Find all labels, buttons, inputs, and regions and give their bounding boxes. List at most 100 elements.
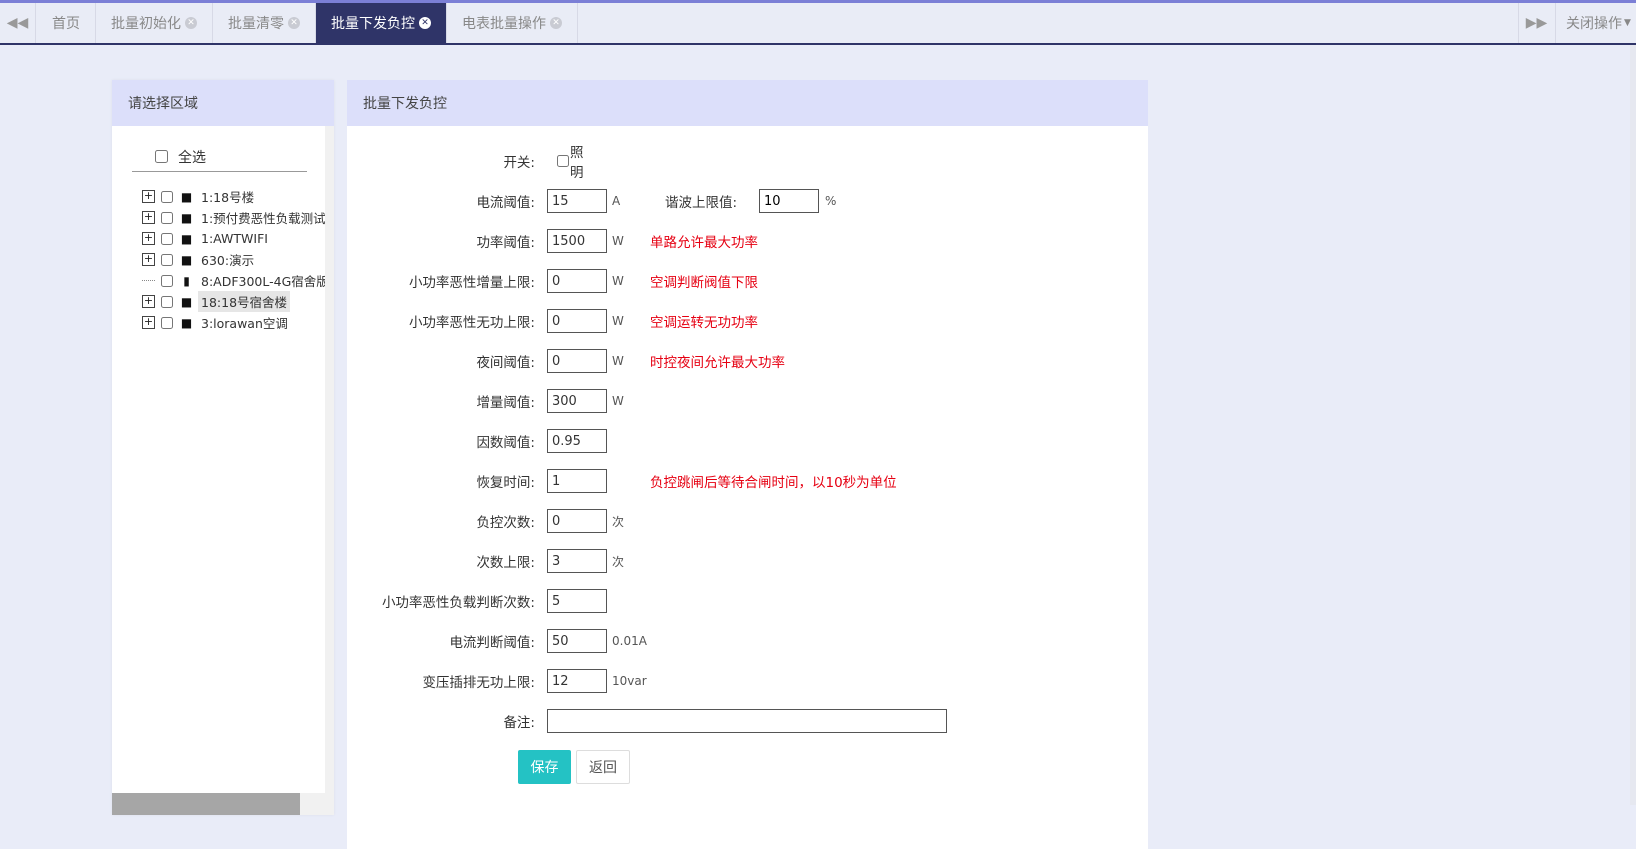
- field-label: 负控次数:: [476, 515, 535, 531]
- tree-node-label[interactable]: 1:AWTWIFI: [198, 230, 271, 247]
- count-limit-input[interactable]: [547, 549, 607, 573]
- tree-node-checkbox[interactable]: [161, 190, 173, 203]
- folder-icon: ■: [180, 231, 193, 246]
- tree-node[interactable]: ▮ 8:ADF300L-4G宿舍版: [142, 270, 334, 291]
- current-judge-threshold-input[interactable]: [547, 629, 607, 653]
- tab-label: 首页: [52, 16, 80, 32]
- area-tree: + ■ 1:18号楼 + ■ 1:预付费恶性负载测试 + ■ 1:AWTWIFI…: [142, 186, 334, 333]
- select-all-label: 全选: [178, 149, 206, 166]
- scroll-tabs-left-icon[interactable]: ◀◀: [0, 3, 36, 43]
- tree-node-checkbox[interactable]: [161, 295, 173, 308]
- expand-icon[interactable]: +: [142, 316, 155, 329]
- expand-icon[interactable]: +: [142, 190, 155, 203]
- control-count-input[interactable]: [547, 509, 607, 533]
- expand-icon[interactable]: +: [142, 232, 155, 245]
- increment-threshold-input[interactable]: [547, 389, 607, 413]
- select-all-checkbox[interactable]: [155, 150, 168, 163]
- lighting-label: 照明: [570, 145, 584, 181]
- remark-input[interactable]: [547, 709, 947, 733]
- field-label: 因数阈值:: [476, 435, 535, 451]
- field-label: 小功率恶性负载判断次数:: [381, 595, 535, 611]
- small-power-judge-count-input[interactable]: [547, 589, 607, 613]
- field-label: 恢复时间:: [476, 475, 535, 491]
- tab-batch-init[interactable]: 批量初始化 ✕: [96, 3, 213, 43]
- current-threshold-input[interactable]: [547, 189, 607, 213]
- unit-label: W: [612, 394, 624, 408]
- tree-node[interactable]: + ■ 1:预付费恶性负载测试: [142, 207, 334, 228]
- field-label: 电流阈值:: [476, 195, 535, 211]
- tab-meter-batch-ops[interactable]: 电表批量操作 ✕: [447, 3, 578, 43]
- page-scrollbar[interactable]: [1630, 45, 1636, 805]
- tree-node[interactable]: + ■ 18:18号宿舍楼: [142, 291, 334, 312]
- close-operations-dropdown[interactable]: 关闭操作 ▼: [1555, 3, 1636, 43]
- tree-node[interactable]: + ■ 1:AWTWIFI: [142, 228, 334, 249]
- tree-node-label[interactable]: 1:预付费恶性负载测试: [198, 207, 329, 228]
- recovery-time-input[interactable]: [547, 469, 607, 493]
- tab-label: 批量清零: [228, 16, 284, 32]
- tree-node-checkbox[interactable]: [161, 253, 173, 266]
- transformer-reactive-input[interactable]: [547, 669, 607, 693]
- hint-text: 空调运转无功功率: [650, 315, 758, 331]
- hint-text: 时控夜间允许最大功率: [650, 355, 785, 371]
- folder-icon: ■: [180, 294, 193, 309]
- small-power-reactive-input[interactable]: [547, 309, 607, 333]
- tree-node[interactable]: + ■ 3:lorawan空调: [142, 312, 334, 333]
- tree-node-label[interactable]: 3:lorawan空调: [198, 312, 291, 333]
- tree-node-checkbox[interactable]: [161, 316, 173, 329]
- lighting-checkbox[interactable]: [557, 155, 569, 167]
- folder-icon: ■: [180, 252, 193, 267]
- unit-label: 次: [612, 554, 625, 569]
- area-tree-container: 全选 + ■ 1:18号楼 + ■ 1:预付费恶性负载测试 + ■ 1:AWTW…: [112, 126, 334, 815]
- close-icon[interactable]: ✕: [550, 17, 562, 29]
- file-icon: ▮: [183, 273, 190, 288]
- tree-node-label[interactable]: 1:18号楼: [198, 186, 257, 207]
- folder-icon: ■: [180, 210, 193, 225]
- expand-icon[interactable]: +: [142, 295, 155, 308]
- tab-home[interactable]: 首页: [37, 3, 96, 43]
- small-power-increment-input[interactable]: [547, 269, 607, 293]
- night-threshold-input[interactable]: [547, 349, 607, 373]
- field-label: 夜间阈值:: [476, 355, 535, 371]
- back-button[interactable]: 返回: [576, 750, 630, 784]
- tab-batch-load-control[interactable]: 批量下发负控 ✕: [316, 3, 447, 43]
- load-control-form-panel: 批量下发负控 开关: 照明 电流阈值: A 谐波上限值: % 功率阈值: W 单…: [347, 80, 1148, 849]
- folder-icon: ■: [180, 315, 193, 330]
- tree-node-label[interactable]: 18:18号宿舍楼: [198, 291, 291, 312]
- unit-label: 0.01A: [612, 634, 647, 648]
- expand-icon[interactable]: +: [142, 211, 155, 224]
- tree-node-checkbox[interactable]: [161, 274, 173, 287]
- scroll-tabs-right-icon[interactable]: ▶▶: [1518, 3, 1554, 43]
- tree-node-label[interactable]: 630:演示: [198, 249, 257, 270]
- select-all[interactable]: 全选: [132, 142, 307, 172]
- load-control-form: 开关: 照明 电流阈值: A 谐波上限值: % 功率阈值: W 单路允许最大功率…: [347, 126, 1148, 849]
- power-threshold-input[interactable]: [547, 229, 607, 253]
- close-icon[interactable]: ✕: [419, 17, 431, 29]
- tree-node[interactable]: + ■ 1:18号楼: [142, 186, 334, 207]
- field-label: 功率阈值:: [476, 235, 535, 251]
- scrollbar-thumb[interactable]: [112, 793, 300, 815]
- expand-icon[interactable]: +: [142, 253, 155, 266]
- tab-batch-clear[interactable]: 批量清零 ✕: [213, 3, 316, 43]
- unit-label: 10var: [612, 674, 647, 688]
- factor-threshold-input[interactable]: [547, 429, 607, 453]
- horizontal-scrollbar[interactable]: [112, 793, 325, 815]
- close-icon[interactable]: ✕: [288, 17, 300, 29]
- tab-list: 首页 批量初始化 ✕ 批量清零 ✕ 批量下发负控 ✕ 电表批量操作 ✕: [37, 3, 578, 43]
- hint-text: 负控跳闸后等待合闸时间，以10秒为单位: [650, 475, 897, 491]
- close-operations-label: 关闭操作: [1566, 16, 1622, 32]
- close-icon[interactable]: ✕: [185, 17, 197, 29]
- tab-bar: ◀◀ 首页 批量初始化 ✕ 批量清零 ✕ 批量下发负控 ✕ 电表批量操作 ✕ ▶…: [0, 0, 1636, 45]
- tree-node-label[interactable]: 8:ADF300L-4G宿舍版: [198, 270, 332, 291]
- tree-node-checkbox[interactable]: [161, 211, 173, 224]
- tree-node[interactable]: + ■ 630:演示: [142, 249, 334, 270]
- save-button[interactable]: 保存: [518, 750, 571, 784]
- vertical-scrollbar[interactable]: [325, 126, 334, 815]
- tree-node-checkbox[interactable]: [161, 232, 173, 245]
- hint-text: 空调判断阀值下限: [650, 275, 758, 291]
- lighting-switch[interactable]: 照明: [557, 141, 584, 181]
- folder-icon: ■: [180, 189, 193, 204]
- harmonic-limit-input[interactable]: [759, 189, 819, 213]
- tab-label: 批量下发负控: [331, 16, 415, 32]
- unit-label: W: [612, 234, 624, 248]
- panel-title: 请选择区域: [112, 80, 334, 126]
